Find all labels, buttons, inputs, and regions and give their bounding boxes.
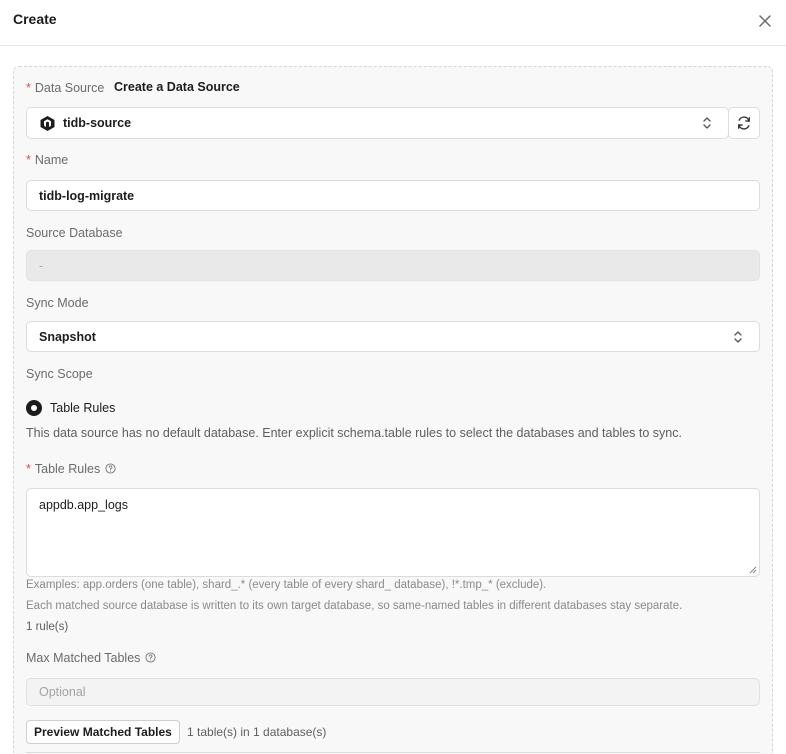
table-rules-label: * Table Rules (26, 462, 116, 476)
name-input[interactable]: tidb-log-migrate (26, 180, 760, 211)
create-data-source-link[interactable]: Create a Data Source (114, 80, 240, 94)
close-icon[interactable] (756, 12, 774, 30)
preview-result-text: 1 table(s) in 1 database(s) (187, 725, 327, 739)
preview-matched-tables-button[interactable]: Preview Matched Tables (26, 720, 180, 744)
table-rules-radio-label[interactable]: Table Rules (50, 401, 115, 415)
table-rules-radio[interactable] (26, 400, 42, 416)
sync-scope-description: This data source has no default database… (26, 426, 682, 440)
source-database-label: Source Database (26, 226, 123, 240)
max-matched-tables-placeholder: Optional (39, 685, 86, 699)
source-database-input: - (26, 250, 760, 281)
dialog-title: Create (13, 11, 57, 27)
table-rules-hint-examples: Examples: app.orders (one table), shard_… (26, 579, 547, 591)
table-rules-hint-target: Each matched source database is written … (26, 600, 683, 612)
max-matched-tables-input[interactable]: Optional (26, 678, 760, 706)
data-source-label: * Data Source (26, 81, 105, 95)
resize-handle-icon[interactable] (748, 565, 757, 574)
name-label: * Name (26, 153, 69, 167)
table-rules-textarea[interactable]: appdb.app_logs (26, 488, 760, 577)
data-source-select[interactable]: tidb-source (26, 107, 729, 139)
max-matched-tables-label: Max Matched Tables (26, 651, 156, 665)
table-rules-count: 1 rule(s) (26, 621, 69, 633)
name-value: tidb-log-migrate (39, 189, 135, 203)
sync-mode-label: Sync Mode (26, 296, 89, 310)
sync-scope-label: Sync Scope (26, 367, 93, 381)
refresh-icon (738, 116, 750, 130)
sync-mode-select[interactable]: Snapshot (26, 321, 760, 352)
chevron-updown-icon (734, 331, 742, 343)
tidb-logo-icon (40, 116, 55, 131)
dialog-header: Create (0, 0, 786, 46)
help-circle-icon[interactable] (105, 463, 116, 474)
next-field-edge (26, 752, 760, 753)
data-source-value: tidb-source (63, 116, 132, 130)
chevron-updown-icon (703, 117, 711, 129)
source-database-value: - (39, 259, 44, 273)
help-circle-icon[interactable] (145, 652, 156, 663)
refresh-button[interactable] (728, 107, 760, 139)
table-rules-value: appdb.app_logs (39, 498, 128, 512)
sync-mode-value: Snapshot (39, 330, 96, 344)
